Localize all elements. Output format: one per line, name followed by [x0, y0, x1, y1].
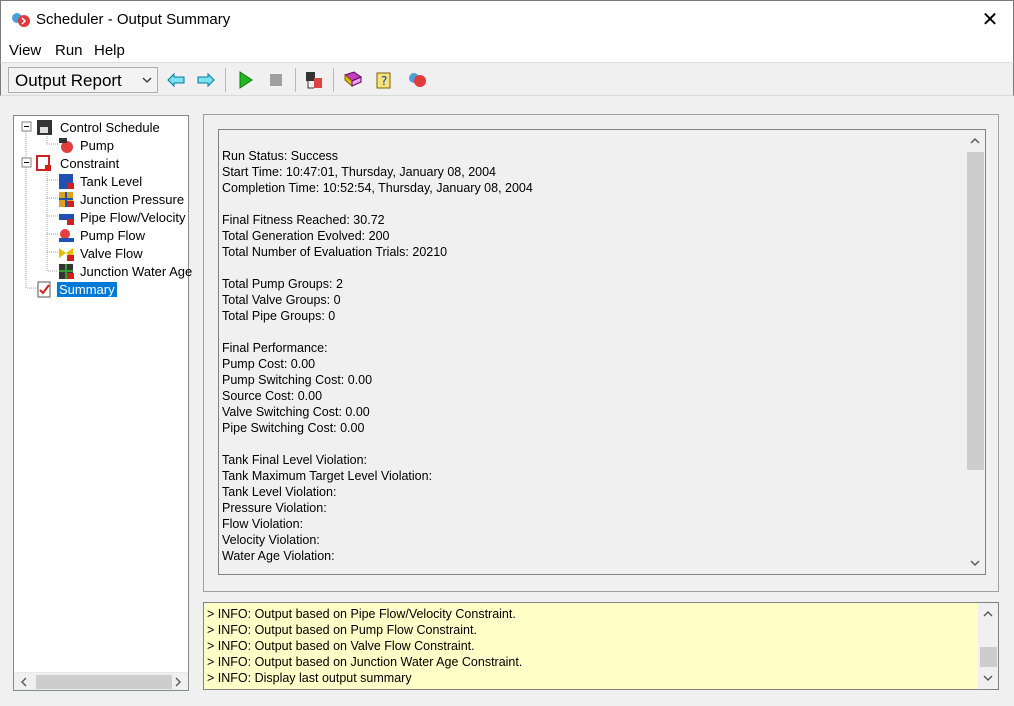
pump-icon	[59, 138, 73, 153]
toolbar-separator	[333, 68, 334, 92]
report-line: Source Cost: 0.00	[222, 389, 323, 403]
tree-horizontal-scrollbar[interactable]	[14, 672, 188, 690]
menu-run[interactable]: Run	[55, 42, 83, 59]
chevron-down-icon[interactable]	[981, 671, 995, 685]
help-icon[interactable]: ?	[373, 69, 395, 91]
report-line: Velocity Violation:	[222, 533, 320, 547]
chevron-up-icon[interactable]	[968, 134, 982, 148]
view-select[interactable]: Output Report	[8, 67, 158, 93]
tree-item-label: Pump Flow	[80, 228, 146, 243]
report-line: Pressure Violation:	[222, 501, 327, 515]
back-arrow-icon[interactable]	[165, 69, 187, 91]
scheduler-app-icon	[12, 13, 30, 27]
report-vertical-scrollbar[interactable]	[965, 130, 985, 574]
report-line: Pump Switching Cost: 0.00	[222, 373, 373, 387]
summary-icon	[37, 281, 51, 298]
log-line: > INFO: Output based on Pump Flow Constr…	[207, 623, 477, 637]
book-icon[interactable]	[342, 69, 364, 91]
tree-item-label: Control Schedule	[60, 120, 160, 135]
tree-item-label: Valve Flow	[80, 246, 143, 261]
chevron-down-icon	[142, 77, 152, 83]
scrollbar-thumb[interactable]	[980, 647, 997, 667]
log-line: > INFO: Output based on Valve Flow Const…	[207, 639, 475, 653]
report-line: Flow Violation:	[222, 517, 304, 531]
constraint-icon	[36, 155, 51, 171]
junction-water-age-icon	[59, 264, 74, 279]
log-line: > INFO: Display last output summary	[207, 671, 412, 685]
chevron-up-icon[interactable]	[981, 607, 995, 621]
view-select-value: Output Report	[15, 71, 122, 90]
log-line: > INFO: Output based on Junction Water A…	[207, 655, 523, 669]
menu-bar: View Run Help	[0, 38, 1014, 62]
run-icon[interactable]	[234, 69, 256, 91]
report-line: Total Valve Groups: 0	[222, 293, 341, 307]
tree-view-icon[interactable]	[303, 69, 325, 91]
control-schedule-icon	[37, 120, 52, 135]
chevron-right-icon[interactable]	[172, 676, 184, 688]
report-line: Tank Level Violation:	[222, 485, 337, 499]
report-line: Tank Maximum Target Level Violation:	[222, 469, 433, 483]
tank-level-icon	[59, 174, 74, 189]
valve-flow-icon	[59, 248, 74, 261]
report-group: Run Status: Success Start Time: 10:47:01,…	[203, 114, 999, 592]
close-icon[interactable]: ✕	[975, 5, 1005, 35]
toolbar: Output Report ?	[0, 62, 1014, 96]
svg-text:?: ?	[381, 74, 387, 88]
junction-pressure-icon	[59, 192, 74, 207]
scrollbar-thumb[interactable]	[967, 152, 984, 470]
report-line: Start Time: 10:47:01, Thursday, January …	[222, 165, 497, 179]
report-line: Water Age Violation:	[222, 549, 335, 563]
tree-item-label: Summary	[57, 282, 117, 297]
report-line: Final Fitness Reached: 30.72	[222, 213, 385, 227]
tree-item-label: Pump	[80, 138, 114, 153]
window-title: Scheduler - Output Summary	[36, 11, 231, 28]
stop-icon[interactable]	[265, 69, 287, 91]
tree-item-label: Junction Pressure	[80, 192, 185, 207]
report-line: Completion Time: 10:52:54, Thursday, Jan…	[222, 181, 533, 195]
log-output[interactable]: > INFO: Output based on Pipe Flow/Veloci…	[203, 602, 999, 690]
report-line: Total Pipe Groups: 0	[222, 309, 336, 323]
report-line: Total Generation Evolved: 200	[222, 229, 390, 243]
menu-view[interactable]: View	[9, 42, 41, 59]
tree-item-label: Constraint	[60, 156, 120, 171]
menu-help[interactable]: Help	[94, 42, 125, 59]
tree-item-label: Junction Water Age	[80, 264, 193, 279]
report-line: Total Number of Evaluation Trials: 20210	[222, 245, 448, 259]
report-line: Pipe Switching Cost: 0.00	[222, 421, 365, 435]
title-bar: Scheduler - Output Summary ✕	[0, 0, 1014, 38]
chevron-left-icon[interactable]	[18, 676, 30, 688]
report-line: Tank Final Level Violation:	[222, 453, 367, 467]
tree-item-label: Pipe Flow/Velocity	[80, 210, 186, 225]
report-line: Final Performance:	[222, 341, 328, 355]
scheduler-icon[interactable]	[406, 69, 428, 91]
tree-item-label: Tank Level	[80, 174, 143, 189]
toolbar-separator	[295, 68, 296, 92]
report-line: Valve Switching Cost: 0.00	[222, 405, 370, 419]
log-vertical-scrollbar[interactable]	[978, 603, 998, 689]
report-line: Total Pump Groups: 2	[222, 277, 343, 291]
scrollbar-thumb[interactable]	[36, 675, 172, 689]
report-line: Run Status: Success	[222, 149, 339, 163]
report-line: Pump Cost: 0.00	[222, 357, 316, 371]
pipe-flow-icon	[59, 214, 74, 225]
log-line: > INFO: Output based on Pipe Flow/Veloci…	[207, 607, 516, 621]
forward-arrow-icon[interactable]	[195, 69, 217, 91]
report-text-area[interactable]: Run Status: Success Start Time: 10:47:01,…	[218, 129, 986, 575]
navigation-tree: Control Schedule Pump Constraint Tank Le…	[13, 115, 193, 691]
chevron-down-icon[interactable]	[968, 556, 982, 570]
pump-flow-icon	[59, 229, 74, 242]
toolbar-separator	[225, 68, 226, 92]
